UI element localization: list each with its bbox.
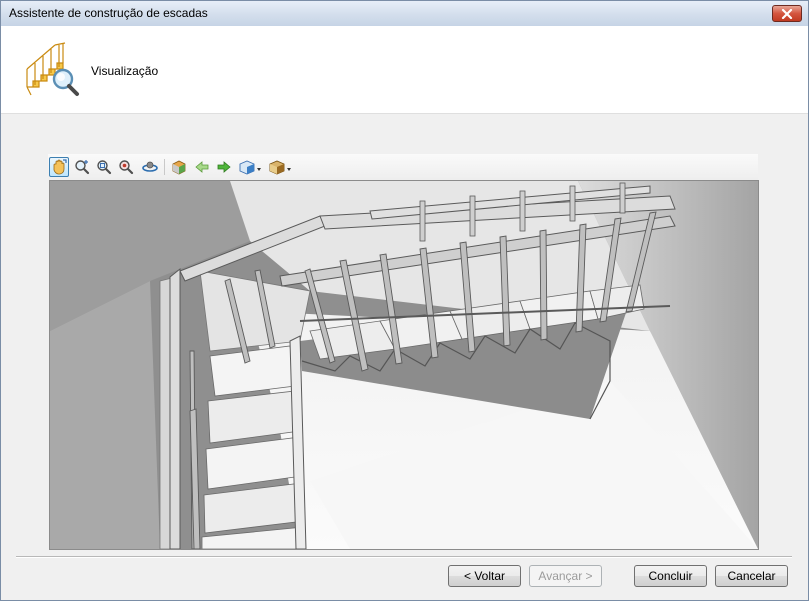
3d-viewport[interactable] xyxy=(49,180,759,550)
cancel-button[interactable]: Cancelar xyxy=(715,565,788,587)
zoom-window-icon xyxy=(97,160,112,175)
next-view-button[interactable] xyxy=(214,157,234,177)
close-icon xyxy=(781,8,793,19)
orbit-button[interactable] xyxy=(140,157,160,177)
back-button[interactable]: < Voltar xyxy=(448,565,521,587)
close-button[interactable] xyxy=(772,5,802,22)
window-title: Assistente de construção de escadas xyxy=(9,6,208,20)
zoom-extents-icon xyxy=(119,160,134,175)
zoom-in-out-button[interactable] xyxy=(72,157,92,177)
previous-view-icon xyxy=(195,161,209,173)
staircase-3d-model xyxy=(50,181,758,549)
footer-divider xyxy=(16,556,792,558)
finish-button[interactable]: Concluir xyxy=(634,565,707,587)
next-button[interactable]: Avançar > xyxy=(529,565,602,587)
dialog-window: Assistente de construção de escadas Visu… xyxy=(0,0,809,601)
wizard-header: Visualização xyxy=(1,26,808,114)
views-icon xyxy=(172,160,186,175)
previous-view-button[interactable] xyxy=(192,157,212,177)
views-button[interactable] xyxy=(169,157,189,177)
next-view-icon xyxy=(217,161,231,173)
zoom-window-button[interactable] xyxy=(94,157,114,177)
toolbar-separator xyxy=(164,159,165,175)
render-mode-dropdown[interactable] xyxy=(267,157,295,177)
staircase-preview-icon xyxy=(26,42,79,96)
step-title: Visualização xyxy=(91,64,159,78)
zoom-in-out-icon xyxy=(75,160,90,175)
pan-icon xyxy=(53,159,67,175)
viewer-toolbar xyxy=(48,154,758,180)
view-cube-dropdown-icon xyxy=(239,160,261,175)
orbit-icon xyxy=(142,161,158,172)
view-cube-dropdown[interactable] xyxy=(237,157,265,177)
zoom-extents-button[interactable] xyxy=(116,157,136,177)
render-mode-dropdown-icon xyxy=(269,160,291,175)
pan-button[interactable] xyxy=(49,157,69,177)
title-bar[interactable]: Assistente de construção de escadas xyxy=(1,1,808,27)
